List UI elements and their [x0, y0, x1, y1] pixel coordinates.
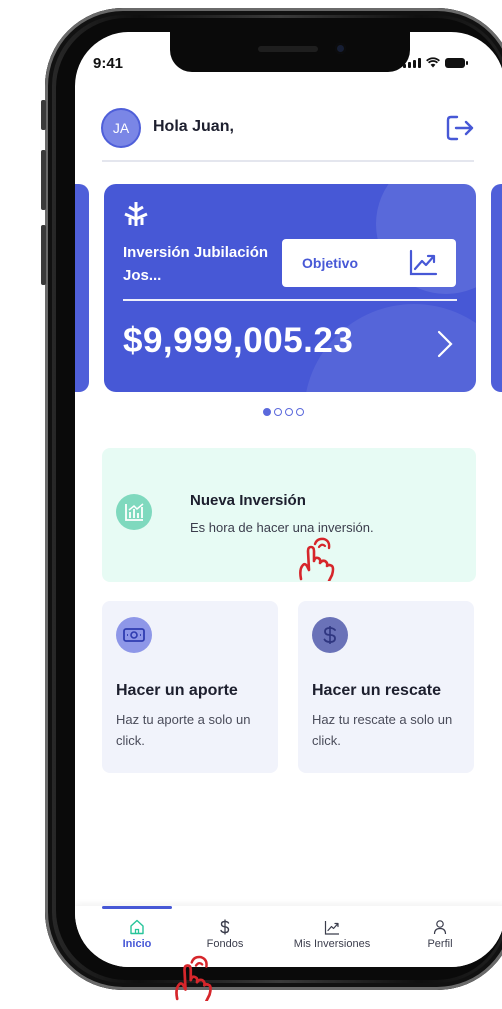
redemption-description: Haz tu rescate a solo un click. [312, 712, 453, 748]
new-investment-title: Nueva Inversión [190, 492, 306, 509]
person-icon [433, 920, 447, 935]
tab-label: Fondos [206, 938, 244, 950]
objective-label: Objetivo [302, 255, 359, 271]
page-dot[interactable] [274, 408, 282, 416]
tab-label: Inicio [122, 938, 152, 950]
tab-inicio[interactable]: Inicio [115, 918, 159, 950]
avatar[interactable]: JA [101, 108, 141, 148]
previous-card-peek[interactable] [75, 184, 89, 392]
front-camera [335, 43, 346, 54]
fund-logo-icon [124, 202, 148, 226]
fund-name: Inversión Jubilación Jos... [123, 244, 269, 284]
new-investment-icon-bg [116, 494, 152, 530]
dollar-icon [323, 626, 336, 644]
tab-fondos[interactable]: Fondos [195, 918, 255, 950]
investment-card[interactable]: Inversión Jubilación Jos... Objetivo $9,… [104, 184, 476, 392]
volume-up-button [41, 150, 46, 210]
objective-button[interactable]: Objetivo [282, 239, 456, 287]
notch [170, 32, 410, 72]
card-divider [123, 299, 457, 301]
contribution-title: Hacer un aporte [116, 682, 238, 699]
contribution-description: Haz tu aporte a solo un click. [116, 712, 251, 748]
active-tab-indicator [102, 906, 172, 909]
logout-icon[interactable] [445, 114, 475, 142]
redemption-tile[interactable]: Hacer un rescate Haz tu rescate a solo u… [298, 601, 474, 773]
chart-icon [324, 921, 339, 935]
page-dot[interactable] [263, 408, 271, 416]
battery-icon [445, 58, 468, 68]
contribution-icon-bg [116, 617, 152, 653]
header-divider [102, 160, 474, 162]
tap-hand-icon [299, 537, 335, 581]
page-dot[interactable] [285, 408, 293, 416]
bottom-tab-bar: Inicio Fondos Mis Inversiones Perfil [75, 906, 502, 967]
next-card-peek[interactable] [491, 184, 502, 392]
redemption-title: Hacer un rescate [312, 682, 441, 699]
speaker [258, 46, 318, 52]
new-investment-description: Es hora de hacer una inversión. [190, 520, 374, 535]
bar-chart-icon [125, 503, 144, 521]
status-icons [403, 57, 468, 68]
contribution-tile[interactable]: Hacer un aporte Haz tu aporte a solo un … [102, 601, 278, 773]
cash-icon [123, 628, 145, 642]
page-dot[interactable] [296, 408, 304, 416]
tap-hand-icon [175, 955, 212, 1001]
redemption-icon-bg [312, 617, 348, 653]
trend-chart-icon [409, 249, 438, 276]
tab-perfil[interactable]: Perfil [420, 918, 460, 950]
tab-label: Mis Inversiones [293, 938, 371, 950]
tab-label: Perfil [427, 938, 453, 950]
greeting-text: Hola Juan, [153, 118, 234, 135]
volume-down-button [41, 225, 46, 285]
chevron-right-icon[interactable] [436, 329, 454, 359]
home-icon [130, 919, 144, 935]
wifi-icon [426, 57, 440, 68]
carousel-pagination [263, 408, 304, 416]
signal-icon [403, 58, 421, 68]
dollar-icon [220, 919, 230, 935]
mute-switch [41, 100, 46, 130]
new-investment-card[interactable]: Nueva Inversión Es hora de hacer una inv… [102, 448, 476, 582]
tab-mis-inversiones[interactable]: Mis Inversiones [280, 918, 384, 950]
card-amount: $9,999,005.23 [123, 321, 354, 360]
app-screen: 9:41 JA Hola Juan, Inversión Jubilación … [75, 32, 502, 967]
status-time: 9:41 [93, 55, 124, 72]
